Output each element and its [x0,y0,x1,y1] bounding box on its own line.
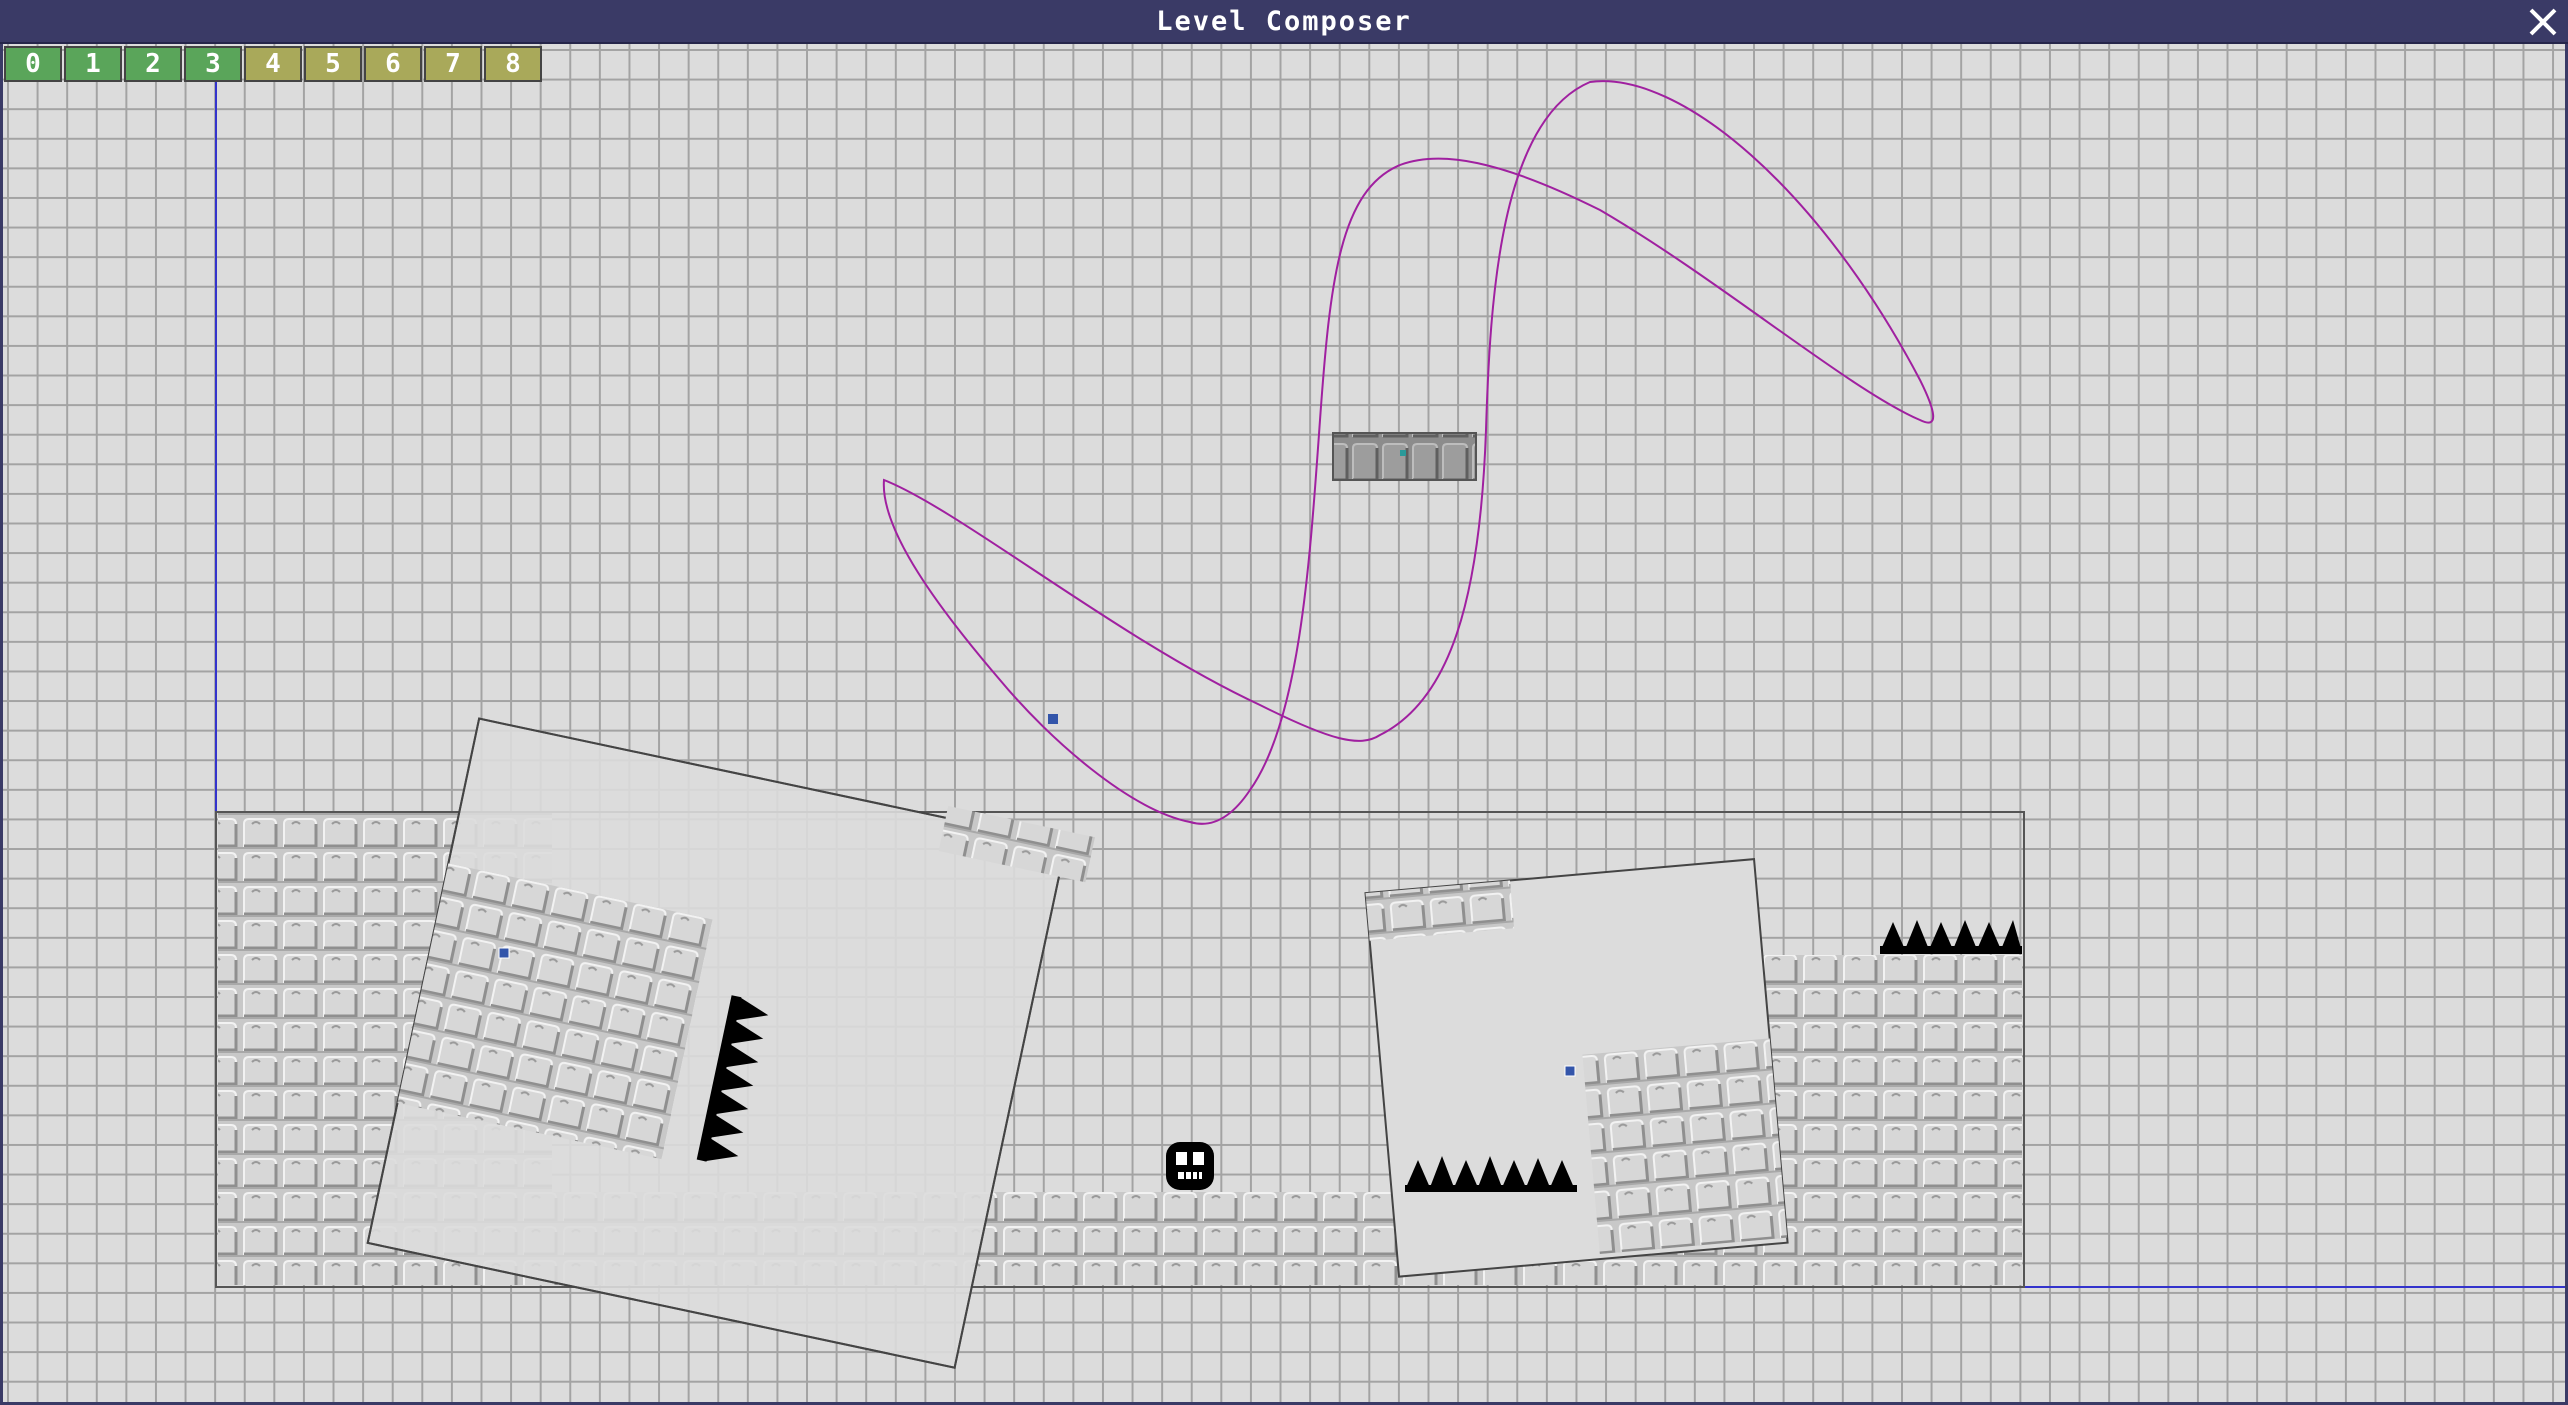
right-frame-handle[interactable] [1564,1065,1576,1077]
right-frame-bricks [1582,1038,1788,1255]
layer-tab-5[interactable]: 5 [304,46,362,82]
left-frame-handle[interactable] [498,947,510,959]
close-button[interactable] [2524,3,2562,41]
layer-tab-0[interactable]: 0 [4,46,62,82]
player-character[interactable] [1166,1142,1214,1190]
layer-tab-1[interactable]: 1 [64,46,122,82]
level-composer-window: Level Composer 012345678 [0,0,2568,1405]
right-rotating-frame[interactable] [1364,858,1789,1278]
close-x-icon [2529,8,2557,36]
layer-tab-7[interactable]: 7 [424,46,482,82]
moving-platform[interactable] [1332,432,1477,481]
right-wall[interactable] [1760,955,2022,1285]
title-bar: Level Composer [0,0,2568,44]
layer-tab-6[interactable]: 6 [364,46,422,82]
layer-tab-4[interactable]: 4 [244,46,302,82]
layer-tab-8[interactable]: 8 [484,46,542,82]
window-title: Level Composer [1156,5,1412,37]
layer-tab-2[interactable]: 2 [124,46,182,82]
layer-selector: 012345678 [4,46,544,84]
layer-tab-3[interactable]: 3 [184,46,242,82]
path-handle[interactable] [1048,714,1058,724]
